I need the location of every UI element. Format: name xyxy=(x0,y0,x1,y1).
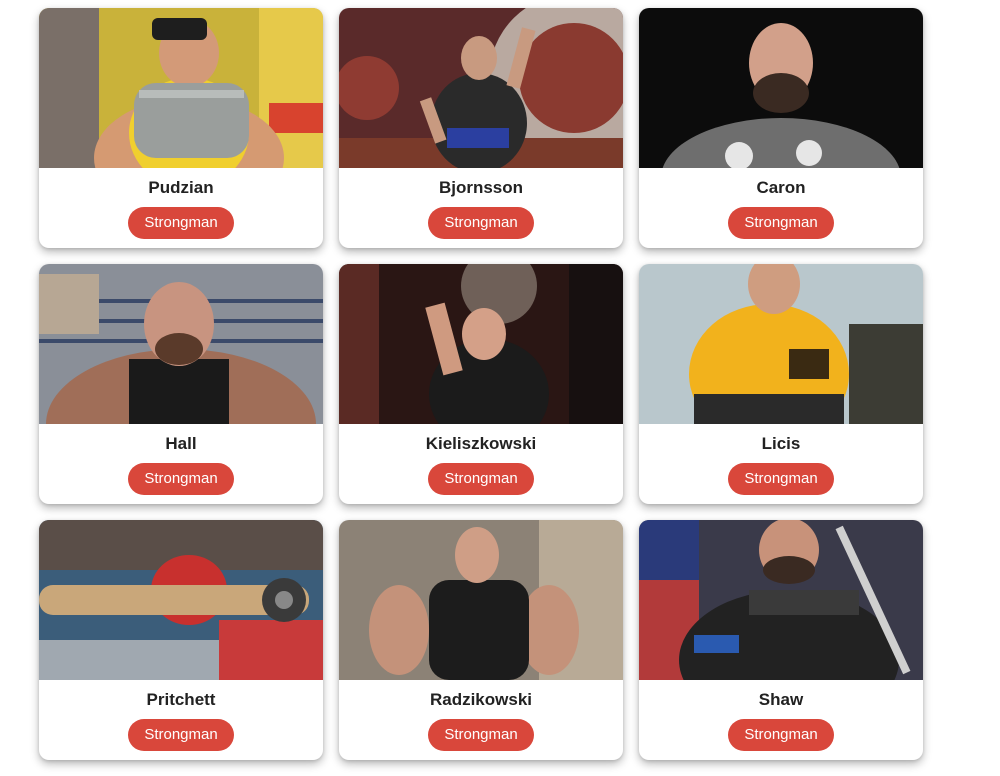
athlete-name: Licis xyxy=(761,434,801,453)
athlete-card-shaw[interactable]: Shaw Strongman xyxy=(639,520,923,760)
athlete-card-grid: Pudzian Strongman Bjornsson Strongman Ca… xyxy=(39,8,923,760)
strongman-tag-button[interactable]: Strongman xyxy=(128,719,234,751)
athlete-photo[interactable] xyxy=(339,264,623,424)
athlete-name: Pudzian xyxy=(148,178,214,197)
athlete-card-caron[interactable]: Caron Strongman xyxy=(639,8,923,248)
strongman-tag-button[interactable]: Strongman xyxy=(428,719,534,751)
athlete-photo[interactable] xyxy=(339,520,623,680)
athlete-card-kieliszkowski[interactable]: Kieliszkowski Strongman xyxy=(339,264,623,504)
strongman-tag-button[interactable]: Strongman xyxy=(428,207,534,239)
athlete-card-hall[interactable]: Hall Strongman xyxy=(39,264,323,504)
athlete-name: Radzikowski xyxy=(429,690,533,709)
strongman-tag-button[interactable]: Strongman xyxy=(128,463,234,495)
strongman-tag-button[interactable]: Strongman xyxy=(728,719,834,751)
athlete-name: Shaw xyxy=(758,690,804,709)
athlete-name: Pritchett xyxy=(146,690,216,709)
athlete-photo[interactable] xyxy=(639,264,923,424)
athlete-card-radzikowski[interactable]: Radzikowski Strongman xyxy=(339,520,623,760)
athlete-card-licis[interactable]: Licis Strongman xyxy=(639,264,923,504)
athlete-photo[interactable] xyxy=(339,8,623,168)
athlete-photo[interactable] xyxy=(39,8,323,168)
athlete-photo[interactable] xyxy=(39,520,323,680)
athlete-name: Caron xyxy=(756,178,806,197)
athlete-name: Bjornsson xyxy=(438,178,524,197)
athlete-card-pritchett[interactable]: Pritchett Strongman xyxy=(39,520,323,760)
athlete-name: Kieliszkowski xyxy=(425,434,537,453)
athlete-name: Hall xyxy=(165,434,197,453)
athlete-card-bjornsson[interactable]: Bjornsson Strongman xyxy=(339,8,623,248)
strongman-tag-button[interactable]: Strongman xyxy=(728,463,834,495)
strongman-tag-button[interactable]: Strongman xyxy=(728,207,834,239)
athlete-photo[interactable] xyxy=(639,520,923,680)
strongman-tag-button[interactable]: Strongman xyxy=(428,463,534,495)
strongman-tag-button[interactable]: Strongman xyxy=(128,207,234,239)
athlete-photo[interactable] xyxy=(39,264,323,424)
athlete-card-pudzian[interactable]: Pudzian Strongman xyxy=(39,8,323,248)
athlete-photo[interactable] xyxy=(639,8,923,168)
